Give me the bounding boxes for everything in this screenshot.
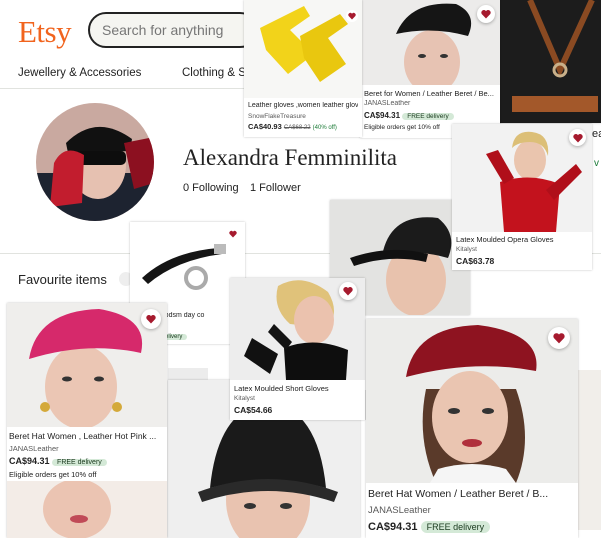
product-price: CA$63.78 — [456, 256, 495, 266]
favourite-button[interactable] — [477, 5, 495, 23]
followers-link[interactable]: 1 Follower — [250, 182, 301, 194]
nav-jewellery[interactable]: Jewellery & Accessories — [18, 67, 141, 79]
shop-name[interactable]: JANASLeather — [9, 444, 163, 453]
favourite-button[interactable] — [548, 327, 570, 349]
edge-text-fragment: ea — [592, 128, 601, 140]
discount-label: (40% off) — [312, 125, 337, 131]
etsy-logo[interactable]: Etsy — [18, 14, 72, 50]
product-price: CA$40.93 — [248, 122, 282, 131]
product-price: CA$54.66 — [234, 405, 273, 415]
search-placeholder: Search for anything — [102, 22, 224, 38]
favourite-button[interactable] — [339, 282, 357, 300]
shop-name[interactable]: JANASLeather — [368, 505, 574, 516]
search-input[interactable]: Search for anything — [88, 12, 258, 48]
product-card-short-gloves[interactable]: Latex Moulded Short Gloves Kitalyst CA$5… — [230, 278, 365, 420]
following-link[interactable]: 0 Following — [183, 182, 239, 194]
product-image — [244, 0, 362, 98]
heart-icon — [229, 230, 237, 238]
product-card-red-beret[interactable]: Beret Hat Women / Leather Beret / B... J… — [366, 319, 578, 538]
product-card-yellow-gloves[interactable]: Leather gloves ,women leather glove... S… — [244, 0, 362, 137]
heart-icon — [481, 10, 491, 19]
promo-note: Eligible orders get 10% off — [9, 470, 97, 479]
product-price: CA$94.31 — [368, 521, 418, 533]
product-card-harness[interactable] — [500, 0, 601, 123]
heart-icon — [572, 133, 583, 142]
favourites-heading: Favourite items — [18, 272, 107, 287]
shop-name[interactable]: JANASLeather — [364, 100, 496, 107]
favourite-button[interactable] — [227, 228, 239, 240]
profile-name: Alexandra Femminilita — [183, 145, 397, 170]
free-delivery-badge: FREE delivery — [52, 459, 107, 466]
product-title[interactable]: Latex Moulded Opera Gloves — [456, 235, 588, 244]
shop-name[interactable]: Kitalyst — [234, 395, 361, 402]
product-price: CA$94.31 — [9, 456, 50, 466]
heart-icon — [553, 333, 565, 344]
heart-icon — [348, 12, 356, 20]
product-title[interactable]: Beret Hat Women / Leather Beret / B... — [368, 488, 574, 500]
shop-name[interactable]: SnowFlakeTreasure — [248, 113, 358, 120]
favourite-button[interactable] — [569, 129, 586, 146]
shop-name[interactable]: Kitalyst — [456, 246, 588, 253]
product-image — [500, 0, 601, 123]
background-thumbnail — [578, 370, 601, 530]
product-image — [366, 319, 578, 483]
nav-clothing[interactable]: Clothing & S — [182, 67, 246, 79]
product-card-beret-black[interactable]: Beret for Women / Leather Beret / Be... … — [360, 0, 500, 138]
heart-icon — [146, 315, 156, 324]
heart-icon — [343, 287, 353, 296]
product-card-opera-gloves[interactable]: Latex Moulded Opera Gloves Kitalyst CA$6… — [452, 124, 592, 270]
free-delivery-badge: FREE delivery — [402, 113, 454, 120]
favourite-button[interactable] — [141, 309, 161, 329]
product-title[interactable]: Leather gloves ,women leather glove... — [248, 102, 358, 109]
product-card-pink-beret[interactable]: Beret Hat Women , Leather Hot Pink ... J… — [7, 303, 167, 538]
favourite-button[interactable] — [346, 10, 358, 22]
free-delivery-badge: FREE delivery — [420, 521, 491, 533]
product-image-next — [7, 479, 167, 538]
product-title[interactable]: Latex Moulded Short Gloves — [234, 384, 361, 393]
avatar — [36, 103, 154, 221]
edge-text-fragment: v — [594, 158, 599, 169]
product-title[interactable]: Beret for Women / Leather Beret / Be... — [364, 89, 496, 98]
original-price: CA$68.22 — [283, 125, 311, 131]
product-price: CA$94.31 — [364, 111, 401, 120]
product-title[interactable]: Beret Hat Women , Leather Hot Pink ... — [9, 431, 163, 441]
